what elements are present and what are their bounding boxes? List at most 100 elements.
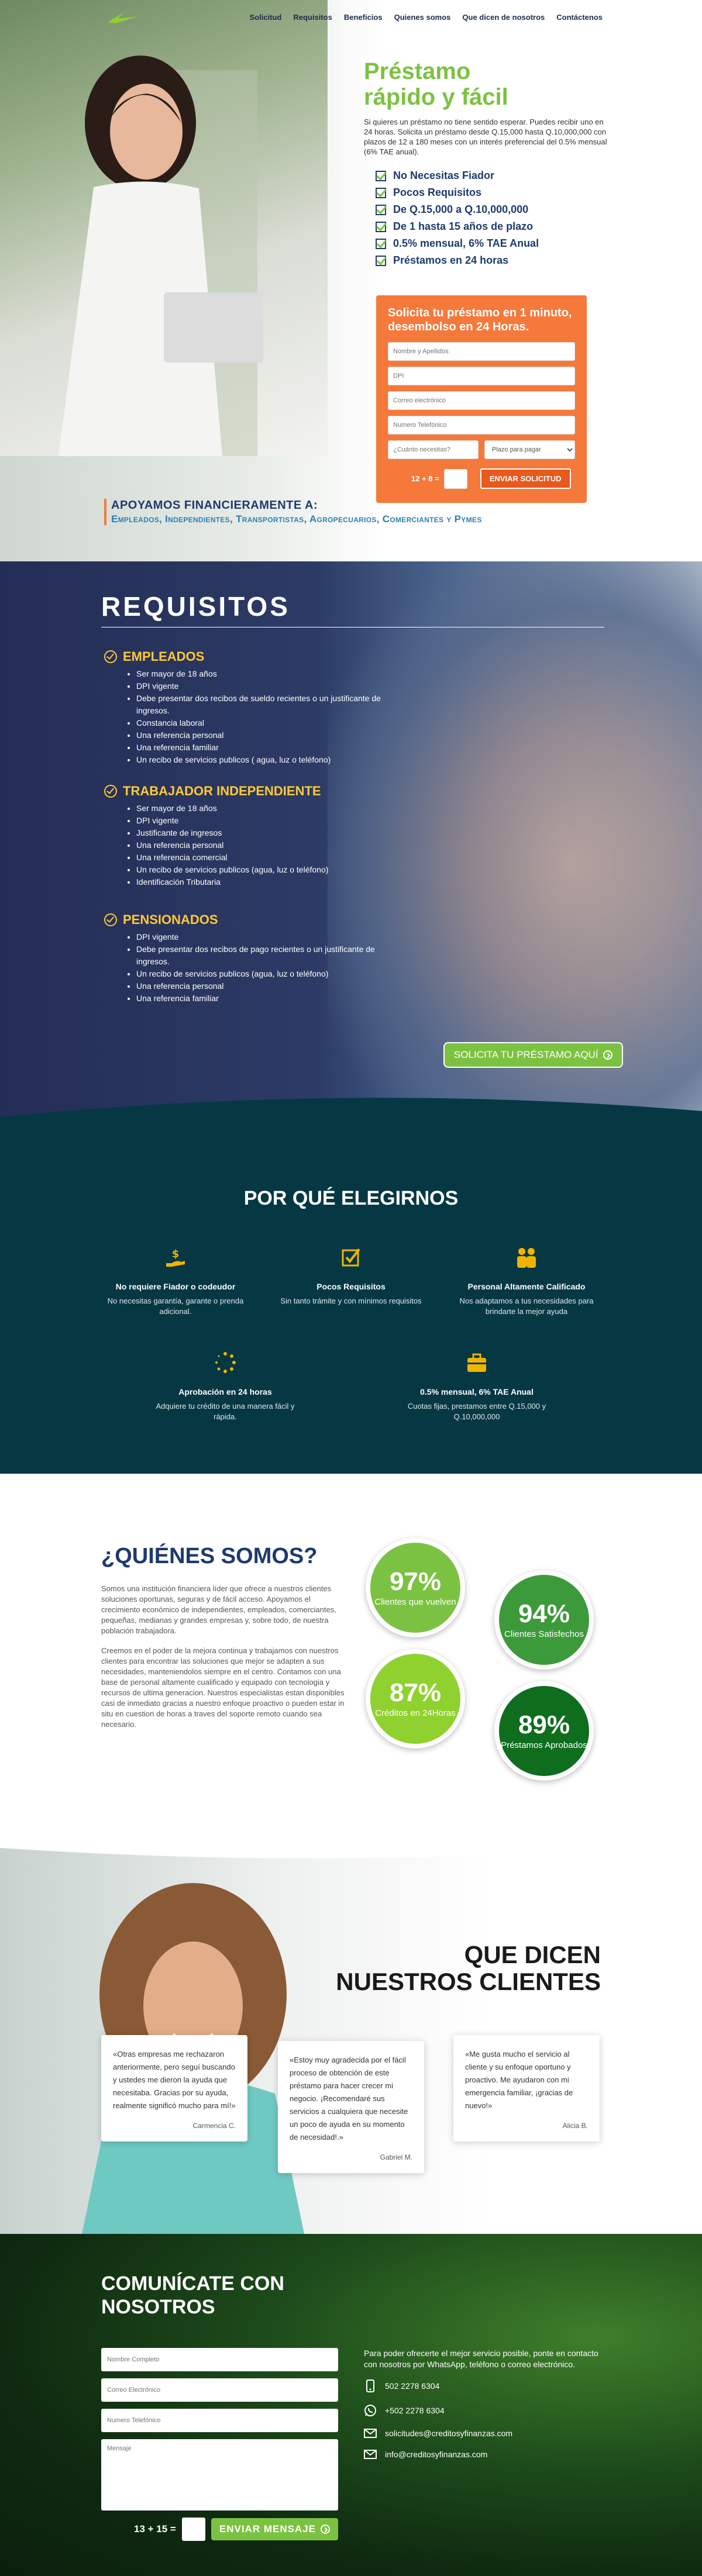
- requirement-item: Una referencia personal: [136, 839, 408, 851]
- contact-title-line2: NOSOTROS: [101, 2296, 215, 2318]
- group-title: PENSIONADOS: [123, 912, 218, 927]
- feature-icon-wrap: [395, 1351, 559, 1374]
- group-heading: TRABAJADOR INDEPENDIENTE: [104, 784, 408, 799]
- testimonial-text: «Otras empresas me rechazaron anteriorme…: [113, 2050, 236, 2110]
- requirement-item: Un recibo de servicios publicos (agua, l…: [136, 968, 408, 980]
- checkbox-icon: [376, 255, 386, 266]
- feature-interest-rate: 0.5% mensual, 6% TAE Anual Cuotas fijas,…: [395, 1351, 559, 1422]
- stat-value: 97%: [389, 1567, 442, 1596]
- requirements-list: Ser mayor de 18 años DPI vigente Justifi…: [104, 802, 408, 888]
- group-heading: EMPLEADOS: [104, 649, 408, 664]
- phone-field[interactable]: [388, 416, 575, 434]
- feature-text: No necesitas garantía, garante o prenda …: [107, 1296, 244, 1316]
- nav-item-beneficios[interactable]: Beneficios: [344, 13, 383, 22]
- nav-item-quienes-somos[interactable]: Quienes somos: [394, 13, 451, 22]
- contact-email-row[interactable]: info@creditosyfinanzas.com: [364, 2450, 610, 2459]
- checkbox-icon: [376, 187, 386, 198]
- hero-photo: [0, 0, 328, 456]
- dpi-field[interactable]: [388, 367, 575, 385]
- stat-label: Créditos en 24Horas: [375, 1708, 456, 1718]
- stat-satisfied-clients: 94% Clientes Satisfechos: [494, 1570, 594, 1670]
- contact-intro: Para poder ofrecerte el mejor servicio p…: [364, 2349, 598, 2369]
- nav-item-requisitos[interactable]: Requisitos: [293, 13, 332, 22]
- benefit-label: De Q.15,000 a Q.10,000,000: [393, 204, 529, 215]
- feature-few-requirements: Pocos Requisitos Sin tanto trámite y con…: [269, 1246, 433, 1306]
- testimonials-section: QUE DICEN NUESTROS CLIENTES «Otras empre…: [0, 1836, 702, 2234]
- nav-menu: Solicitud Requisitos Beneficios Quienes …: [249, 13, 603, 22]
- requisitos-section: REQUISITOS EMPLEADOS Ser mayor de 18 año…: [0, 561, 702, 1146]
- hand-money-icon: $: [166, 1248, 185, 1267]
- email-field[interactable]: [388, 391, 575, 410]
- feature-qualified-staff: Personal Altamente Calificado Nos adapta…: [445, 1246, 608, 1317]
- requirement-item: Una referencia familiar: [136, 992, 408, 1005]
- form-title: Solicita tu préstamo en 1 minuto, desemb…: [388, 306, 572, 333]
- checkbox-icon: [376, 238, 386, 249]
- loading-icon: [215, 1352, 236, 1373]
- requisitos-group-empleados: EMPLEADOS Ser mayor de 18 años DPI vigen…: [104, 649, 408, 766]
- check-circle-icon: [104, 650, 117, 663]
- stat-value: 94%: [518, 1599, 570, 1628]
- contact-phone: 502 2278 6304: [385, 2381, 440, 2391]
- envelope-icon: [364, 2429, 377, 2438]
- requirement-item: DPI vigente: [136, 680, 408, 692]
- about-section: ¿QUIÉNES SOMOS? Somos una institución fi…: [0, 1474, 702, 1836]
- section-wave-divider: [0, 1098, 702, 1146]
- captcha-question: 12 + 8 =: [411, 474, 439, 483]
- nav-item-que-dicen[interactable]: Que dicen de nosotros: [462, 13, 545, 22]
- captcha-input[interactable]: [443, 468, 467, 489]
- check-circle-icon: [104, 913, 117, 926]
- hero-content: Préstamo rápido y fácil Si quieres un pr…: [364, 58, 610, 269]
- benefit-item: Pocos Requisitos: [376, 184, 610, 201]
- apply-loan-label: SOLICITA TU PRÉSTAMO AQUÍ: [454, 1049, 598, 1060]
- testimonial-author: Alicia B.: [562, 2122, 588, 2130]
- testimonial-author: Gabriel M.: [380, 2153, 412, 2161]
- requirements-list: DPI vigente Debe presentar dos recibos d…: [104, 931, 408, 1005]
- about-paragraph: Creemos en el poder de la mejora continu…: [101, 1646, 345, 1729]
- requirement-item: Una referencia personal: [136, 729, 408, 742]
- top-nav: Solicitud Requisitos Beneficios Quienes …: [0, 0, 702, 35]
- requirements-list: Ser mayor de 18 años DPI vigente Debe pr…: [104, 668, 408, 766]
- contact-email-info: info@creditosyfinanzas.com: [385, 2450, 488, 2459]
- requirement-item: Una referencia familiar: [136, 742, 408, 754]
- whatsapp-icon: [364, 2404, 377, 2417]
- feature-text: Sin tanto trámite y con mínimos requisit…: [280, 1296, 422, 1305]
- why-choose-us-section: POR QUÉ ELEGIRNOS $ No requiere Fiador o…: [0, 1146, 702, 1474]
- benefit-item: De 1 hasta 15 años de plazo: [376, 218, 610, 235]
- benefit-item: Préstamos en 24 horas: [376, 252, 610, 269]
- feature-icon-wrap: [269, 1246, 433, 1269]
- benefit-item: No Necesitas Fiador: [376, 167, 610, 184]
- nav-item-solicitud[interactable]: Solicitud: [249, 13, 281, 22]
- benefit-label: No Necesitas Fiador: [393, 170, 495, 181]
- requisitos-group-independiente: TRABAJADOR INDEPENDIENTE Ser mayor de 18…: [104, 784, 408, 888]
- contact-title: COMUNÍCATE CON NOSOTROS: [101, 2272, 284, 2319]
- name-field[interactable]: [388, 342, 575, 361]
- about-title: ¿QUIÉNES SOMOS?: [101, 1544, 318, 1568]
- amount-field[interactable]: [388, 440, 479, 459]
- contact-phone-field[interactable]: [101, 2409, 338, 2432]
- testimonial-text: «Estoy muy agradecida por el fácil proce…: [290, 2056, 408, 2142]
- term-select[interactable]: Plazo para pagar: [484, 440, 575, 459]
- nav-item-contactenos[interactable]: Contáctenos: [556, 13, 603, 22]
- contact-phone-row[interactable]: 502 2278 6304: [364, 2380, 610, 2392]
- contact-captcha-input[interactable]: [181, 2518, 205, 2541]
- group-title: EMPLEADOS: [123, 649, 205, 664]
- contact-whatsapp-row[interactable]: +502 2278 6304: [364, 2404, 610, 2417]
- about-paragraph: Somos una institución financiera líder q…: [101, 1584, 336, 1635]
- loan-request-form: Solicita tu préstamo en 1 minuto, desemb…: [376, 295, 587, 503]
- submit-request-button[interactable]: ENVIAR SOLICITUD: [480, 468, 571, 489]
- requirement-item: Ser mayor de 18 años: [136, 802, 408, 815]
- feature-icon-wrap: $: [94, 1246, 257, 1269]
- message-field[interactable]: [101, 2439, 338, 2511]
- team-icon: [517, 1248, 536, 1268]
- send-message-button[interactable]: ENVIAR MENSAJE: [211, 2518, 338, 2540]
- full-name-field[interactable]: [101, 2348, 338, 2371]
- apply-loan-button[interactable]: SOLICITA TU PRÉSTAMO AQUÍ: [443, 1042, 623, 1068]
- testimonials-title: QUE DICEN NUESTROS CLIENTES: [336, 1942, 601, 1995]
- contact-section: COMUNÍCATE CON NOSOTROS 13 + 15 = ENVIAR…: [0, 2234, 702, 2576]
- brand-logo[interactable]: [105, 11, 140, 25]
- phone-icon: [364, 2380, 377, 2392]
- feature-title: 0.5% mensual, 6% TAE Anual: [420, 1387, 534, 1396]
- contact-email-row[interactable]: solicitudes@creditosyfinanzas.com: [364, 2429, 610, 2438]
- contact-email-field[interactable]: [101, 2378, 338, 2402]
- testimonial-card: «Estoy muy agradecida por el fácil proce…: [278, 2041, 424, 2173]
